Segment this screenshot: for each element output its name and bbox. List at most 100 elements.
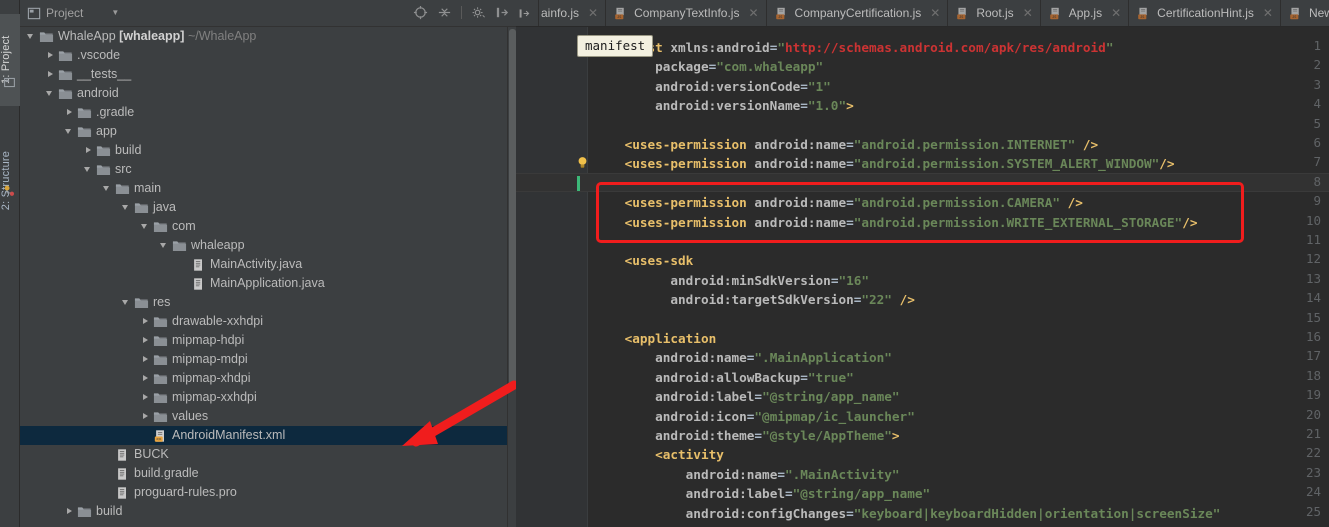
tree-item-proguard-rules-pro[interactable]: proguard-rules.pro [20,483,507,502]
tree-item-androidmanifest-xml[interactable]: <> AndroidManifest.xml [20,426,507,445]
tree-expand-arrow-closed-icon[interactable] [83,145,94,156]
tree-expand-arrow-open-icon[interactable] [45,88,56,99]
code-line-2[interactable]: package="com.whaleapp" [594,57,1329,76]
code-line-24[interactable]: android:label="@string/app_name" [594,484,1329,503]
project-scrollbar-thumb[interactable] [509,29,516,389]
tree-expand-arrow-open-icon[interactable] [102,183,113,194]
tree-expand-arrow-open-icon[interactable] [83,164,94,175]
editor-tab-app-js[interactable]: JS App.js ✕ [1041,0,1130,26]
tree-item-mipmap-hdpi[interactable]: mipmap-hdpi [20,331,507,350]
tree-expand-arrow-closed-icon[interactable] [140,316,151,327]
tree-item-src[interactable]: src [20,160,507,179]
editor-tab-ainfo-js[interactable]: ainfo.js ✕ [539,0,607,26]
tree-expand-arrow-closed-icon[interactable] [140,373,151,384]
code-line-15[interactable] [594,310,1329,329]
tree-expand-arrow-closed-icon[interactable] [45,69,56,80]
tree-item-whaleapp[interactable]: whaleapp [20,236,507,255]
tree-item-mainactivity-java[interactable]: MainActivity.java [20,255,507,274]
code-line-4[interactable]: android:versionName="1.0"> [594,96,1329,115]
tree-item-mainapplication-java[interactable]: MainApplication.java [20,274,507,293]
tree-expand-arrow-open-icon[interactable] [64,126,75,137]
code-line-18[interactable]: android:allowBackup="true" [594,368,1329,387]
tree-expand-arrow-open-icon[interactable] [140,221,151,232]
code-line-23[interactable]: android:name=".MainActivity" [594,465,1329,484]
tree-item-android[interactable]: android [20,84,507,103]
code-line-13[interactable]: android:minSdkVersion="16" [594,271,1329,290]
tree-item--gradle[interactable]: .gradle [20,103,507,122]
collapse-all-icon[interactable] [437,5,452,20]
tree-item-build-gradle[interactable]: build.gradle [20,464,507,483]
tree-item-mipmap-xxhdpi[interactable]: mipmap-xxhdpi [20,388,507,407]
project-tree[interactable]: WhaleApp [whaleapp] ~/WhaleApp .vscode __t… [20,27,507,527]
code-line-11[interactable] [594,232,1329,251]
settings-gear-icon[interactable] [471,5,486,20]
close-icon[interactable]: ✕ [1111,6,1121,20]
tree-expand-arrow-closed-icon[interactable] [140,335,151,346]
project-scrollbar[interactable] [507,27,516,527]
code-line-10[interactable]: <uses-permission android:name="android.p… [594,213,1329,232]
tree-item-app[interactable]: app [20,122,507,141]
code-line-5[interactable] [594,116,1329,135]
tree-item-mipmap-mdpi[interactable]: mipmap-mdpi [20,350,507,369]
editor-tab-bar[interactable]: ainfo.js ✕ JS CompanyTextInfo.js ✕ JS CompanyC… [516,0,1329,27]
editor-tab-root-js[interactable]: JS Root.js ✕ [948,0,1041,26]
tree-expand-arrow-closed-icon[interactable] [64,107,75,118]
tree-expand-arrow-closed-icon[interactable] [140,354,151,365]
breadcrumb[interactable]: manifest [577,35,654,57]
editor-tabs-overflow-handle[interactable] [516,0,539,26]
tree-expand-arrow-closed-icon[interactable] [64,506,75,517]
tree-item---tests--[interactable]: __tests__ [20,65,507,84]
tree-expand-arrow-open-icon[interactable] [26,31,37,42]
close-icon[interactable]: ✕ [588,6,598,20]
code-line-6[interactable]: <uses-permission android:name="android.p… [594,135,1329,154]
editor-tab-companycertification-js[interactable]: JS CompanyCertification.js ✕ [767,0,949,26]
code-line-7[interactable]: <uses-permission android:name="android.p… [594,154,1329,173]
tree-item-java[interactable]: java [20,198,507,217]
code-folding-gutter[interactable] [574,27,588,527]
code-line-12[interactable]: <uses-sdk [594,251,1329,270]
tree-expand-arrow-closed-icon[interactable] [140,392,151,403]
code-line-16[interactable]: <application [594,329,1329,348]
code-line-21[interactable]: android:theme="@style/AppTheme"> [594,426,1329,445]
editor-tab-news-js[interactable]: JSNews.js✕ [1281,0,1329,26]
code-line-9[interactable]: <uses-permission android:name="android.p… [594,193,1329,212]
code-line-14[interactable]: android:targetSdkVersion="22" /> [594,290,1329,309]
hide-panel-icon[interactable] [518,7,531,20]
chevron-down-icon[interactable]: ▼ [111,9,119,17]
code-line-19[interactable]: android:label="@string/app_name" [594,387,1329,406]
tree-expand-arrow-open-icon[interactable] [121,202,132,213]
code-line-1[interactable]: <manifest xmlns:android="http://schemas.… [594,38,1329,57]
tree-expand-arrow-open-icon[interactable] [159,240,170,251]
tree-item-buck[interactable]: BUCK [20,445,507,464]
tree-item-whaleapp[interactable]: WhaleApp [whaleapp] ~/WhaleApp [20,27,507,46]
code-line-8[interactable] [594,174,1329,193]
hide-panel-icon[interactable] [495,5,510,20]
close-icon[interactable]: ✕ [1263,6,1273,20]
code-line-17[interactable]: android:name=".MainApplication" [594,348,1329,367]
close-icon[interactable]: ✕ [1023,6,1033,20]
tree-item-com[interactable]: com [20,217,507,236]
close-icon[interactable]: ✕ [748,6,758,20]
tree-item-values[interactable]: values [20,407,507,426]
tool-tab-structure[interactable]: 2: Structure [0,128,20,233]
code-line-22[interactable]: <activity [594,445,1329,464]
tree-expand-arrow-closed-icon[interactable] [140,411,151,422]
tool-tab-project[interactable]: 1: Project [0,14,20,106]
tree-item-main[interactable]: main [20,179,507,198]
code-line-20[interactable]: android:icon="@mipmap/ic_launcher" [594,407,1329,426]
code-editor[interactable]: 1<manifest xmlns:android="http://schemas… [516,27,1329,527]
target-locate-icon[interactable] [413,5,428,20]
tree-item--vscode[interactable]: .vscode [20,46,507,65]
tree-item-build[interactable]: build [20,502,507,521]
editor-tab-companytextinfo-js[interactable]: JS CompanyTextInfo.js ✕ [606,0,767,26]
intention-bulb-icon[interactable] [575,155,590,170]
tree-item-res[interactable]: res [20,293,507,312]
code-line-3[interactable]: android:versionCode="1" [594,77,1329,96]
tree-item-build[interactable]: build [20,141,507,160]
tree-item-drawable-xxhdpi[interactable]: drawable-xxhdpi [20,312,507,331]
close-icon[interactable]: ✕ [930,6,940,20]
code-line-25[interactable]: android:configChanges="keyboard|keyboard… [594,504,1329,523]
tree-expand-arrow-closed-icon[interactable] [45,50,56,61]
tree-expand-arrow-open-icon[interactable] [121,297,132,308]
tree-item-mipmap-xhdpi[interactable]: mipmap-xhdpi [20,369,507,388]
